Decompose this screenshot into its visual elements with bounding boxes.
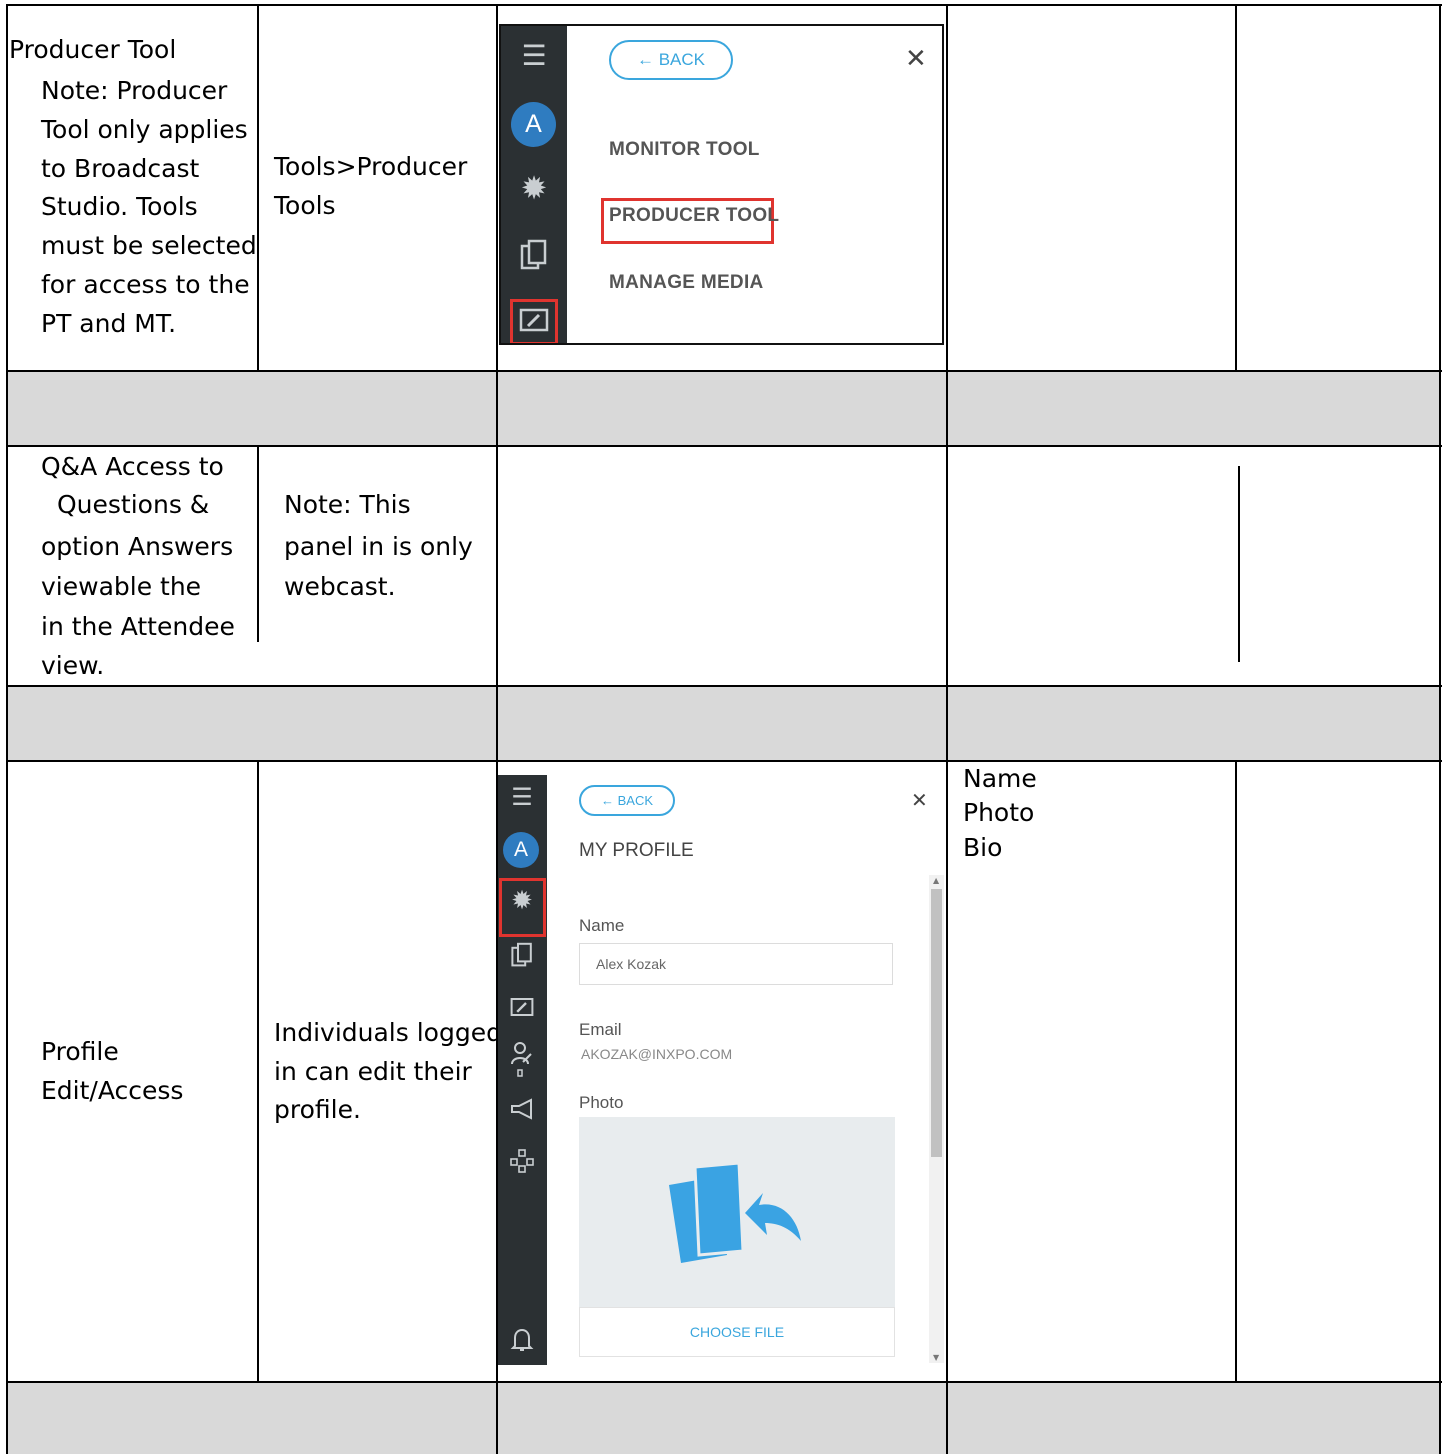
my-profile-title: MY PROFILE (579, 840, 694, 861)
grid-line (6, 370, 1442, 372)
qa-feature-line: Q&A Access to (41, 452, 224, 481)
avatar[interactable]: A (503, 832, 539, 868)
qa-feature-line: in the Attendee (41, 612, 235, 641)
tools-icon[interactable] (507, 995, 537, 1023)
grid-line (946, 4, 948, 1454)
menu-item-monitor-tool[interactable]: MONITOR TOOL (609, 139, 760, 161)
documents-icon[interactable] (507, 941, 537, 974)
menu-item-manage-media[interactable]: MANAGE MEDIA (609, 272, 764, 294)
producer-note-line: must be selected (41, 231, 257, 260)
photo-dropzone[interactable] (579, 1117, 895, 1307)
name-input[interactable]: Alex Kozak (579, 943, 893, 985)
profile-description-line: Individuals logged (274, 1018, 502, 1047)
scroll-down-arrow[interactable]: ▼ (933, 1353, 939, 1362)
hamburger-icon[interactable]: ☰ (505, 785, 539, 809)
grid-line (496, 4, 498, 1454)
grid-line (1235, 760, 1237, 1383)
tools-icon[interactable] (517, 307, 551, 338)
grid-line (6, 445, 1442, 447)
grid-line (1235, 4, 1237, 371)
network-icon[interactable] (507, 1149, 537, 1178)
producer-note-line: Studio. Tools (41, 192, 198, 221)
megaphone-icon[interactable] (507, 1097, 537, 1125)
documents-icon[interactable] (515, 238, 553, 277)
grid-line (257, 447, 259, 642)
grid-line (6, 4, 8, 1454)
scrollbar-thumb[interactable] (931, 889, 942, 1157)
grid-line (1238, 466, 1240, 662)
profile-field-item: Name (963, 764, 1037, 793)
email-value: AKOZAK@INXPO.COM (581, 1046, 733, 1062)
profile-feature-line: Profile (41, 1037, 119, 1066)
email-label: Email (579, 1020, 622, 1039)
producer-feature-title: Producer Tool (9, 35, 177, 64)
gear-icon[interactable]: ✹ (515, 172, 553, 204)
avatar[interactable]: A (511, 102, 556, 147)
name-label: Name (579, 916, 625, 935)
qa-feature-line: viewable the (41, 572, 202, 601)
upload-photo-icon (669, 1163, 801, 1263)
photo-label: Photo (579, 1093, 624, 1112)
grid-line (6, 685, 1442, 687)
producer-location-line: Tools>Producer (274, 152, 468, 181)
choose-file-label: CHOOSE FILE (689, 1324, 785, 1340)
gear-icon[interactable]: ✹ (505, 888, 539, 914)
grid-line (257, 4, 259, 371)
bell-icon[interactable] (507, 1327, 537, 1358)
back-button[interactable]: ← BACK (609, 40, 733, 80)
scroll-up-arrow[interactable]: ▲ (933, 876, 939, 885)
close-icon[interactable]: ✕ (905, 44, 927, 74)
grid-line (6, 760, 1442, 762)
qa-feature-line: option Answers (41, 532, 234, 561)
spacer-row-2 (8, 687, 1440, 761)
close-icon[interactable]: ✕ (911, 788, 928, 812)
producer-note-line: Tool only applies (41, 115, 248, 144)
choose-file-button[interactable]: CHOOSE FILE (579, 1307, 895, 1357)
qa-feature-line: view. (41, 651, 105, 680)
producer-note-line: to Broadcast (41, 154, 200, 183)
grid-line (6, 4, 1442, 6)
profile-field-item: Photo (963, 798, 1035, 827)
hamburger-icon[interactable]: ☰ (515, 42, 553, 70)
producer-note-line: Note: Producer (41, 76, 228, 105)
producer-note-line: for access to the (41, 270, 250, 299)
grid-line (257, 760, 259, 1383)
qa-feature-line: Questions & (57, 490, 210, 519)
qa-note-line: panel in is only (284, 532, 473, 561)
spacer-row-3 (8, 1383, 1440, 1454)
name-input-value: Alex Kozak (596, 956, 667, 972)
qa-note-line: webcast. (284, 572, 396, 601)
profile-description-line: profile. (274, 1095, 361, 1124)
spacer-row-1 (8, 371, 1440, 445)
producer-note-line: PT and MT. (41, 309, 177, 338)
menu-item-producer-tool[interactable]: PRODUCER TOOL (609, 205, 779, 227)
profile-field-item: Bio (963, 833, 1003, 862)
presenter-icon[interactable] (507, 1040, 537, 1083)
producer-tool-screenshot: ☰ A ✹ ← BACK ✕ MONITOR TOOL PRODUCER TOO… (499, 24, 944, 345)
grid-line (1439, 4, 1441, 1454)
qa-note-line: Note: This (284, 490, 411, 519)
grid-line (6, 1381, 1442, 1383)
back-button[interactable]: ← BACK (579, 785, 675, 816)
profile-feature-line: Edit/Access (41, 1076, 184, 1105)
producer-location-line: Tools (274, 191, 336, 220)
profile-description-line: in can edit their (274, 1057, 472, 1086)
my-profile-screenshot: ☰ A ✹ ← BACK ✕ MY PROFILE Name Alex Koza… (497, 775, 945, 1365)
